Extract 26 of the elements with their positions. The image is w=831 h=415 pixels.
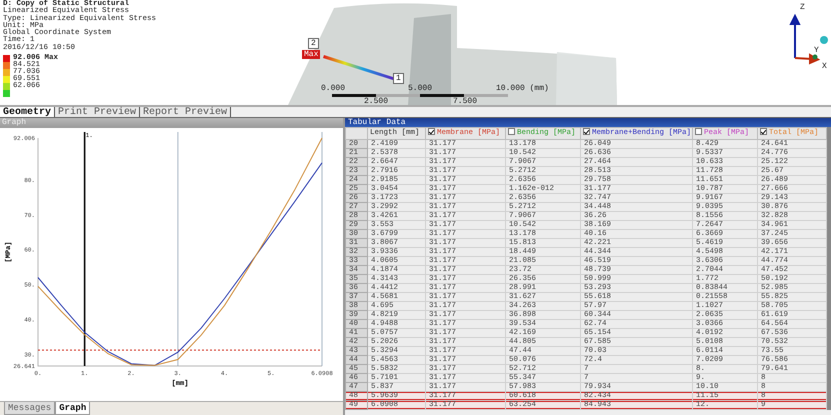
max-label: Max [302,50,320,59]
panel-title: Graph [0,118,343,128]
scale-label: 2.500 [364,97,388,105]
panel-title: Tabular Data [345,118,831,127]
panel-tab[interactable]: Graph [55,402,90,415]
scale-label: 7.500 [453,97,478,105]
scale-label: 10.000 (mm) [496,84,549,93]
panel-tab[interactable]: Messages [4,402,56,415]
axis-label: Y [814,46,819,55]
axis-triad-icon [790,14,828,64]
checkbox[interactable] [695,128,702,135]
view-tab[interactable]: Report Preview [140,107,232,117]
view-tab[interactable]: Geometry [0,107,56,117]
scale-label: 0.000 [321,84,346,93]
probe-label: 2 [308,38,319,49]
checkbox[interactable] [508,128,515,135]
checkbox[interactable] [583,128,590,135]
scale-label: 5.000 [408,84,432,93]
axis-label: Z [800,3,805,12]
view-tab[interactable]: Print Preview [55,107,140,117]
scrollbar[interactable] [827,127,831,410]
probe-label: 1 [393,73,404,84]
axis-label: X [822,62,827,71]
checkbox[interactable] [428,128,435,135]
corner-cell [346,128,368,140]
checkbox[interactable] [760,128,767,135]
